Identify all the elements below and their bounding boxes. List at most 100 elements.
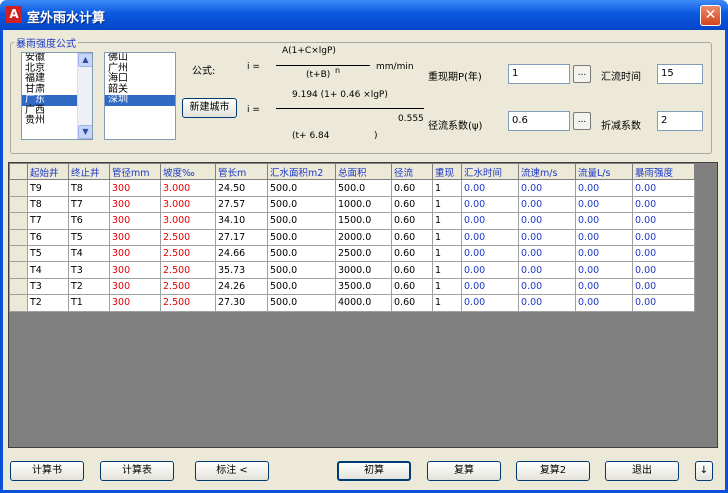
new-city-button[interactable]: 新建城市 — [182, 98, 237, 118]
table-cell[interactable]: 0.00 — [461, 195, 519, 214]
table-cell[interactable]: 0.00 — [518, 244, 576, 263]
table-cell[interactable]: 0.00 — [632, 228, 695, 246]
table-cell[interactable]: 300 — [109, 179, 161, 197]
data-table[interactable]: 起始井 终止井 管径mm 坡度‰ 管长m 汇水面积m2 总面积 径流 重现 汇水时间 流速m/s 流量… — [9, 163, 695, 312]
table-cell[interactable]: 24.66 — [215, 244, 268, 263]
table-cell[interactable]: 24.50 — [215, 179, 268, 197]
table-cell[interactable]: 1 — [432, 261, 462, 279]
table-cell[interactable]: 0.00 — [575, 277, 633, 296]
row-header[interactable] — [9, 261, 28, 279]
column-header[interactable]: 起始井 — [27, 163, 69, 181]
table-cell[interactable]: 2.500 — [160, 294, 216, 312]
table-cell[interactable]: 1 — [432, 195, 462, 214]
table-cell[interactable]: 4000.0 — [335, 294, 392, 312]
table-cell[interactable]: 0.00 — [632, 261, 695, 279]
table-cell[interactable]: T4 — [27, 261, 69, 279]
table-cell[interactable]: 1000.0 — [335, 195, 392, 214]
title-bar[interactable]: A 室外雨水计算 ✕ — [0, 0, 728, 30]
initial-calc-button[interactable]: 初算 — [337, 461, 411, 481]
exit-button[interactable]: 退出 — [605, 461, 679, 481]
table-cell[interactable]: 3.000 — [160, 179, 216, 197]
table-cell[interactable]: 0.00 — [518, 179, 576, 197]
table-cell[interactable]: 500.0 — [335, 179, 392, 197]
province-scrollbar[interactable]: ▲ ▼ — [77, 53, 92, 139]
table-row[interactable]: T8 T7 300 3.000 27.57 500.0 1000.0 0.60 1 0.00 0.0… — [9, 195, 695, 214]
return-period-browse-button[interactable]: ... — [573, 65, 591, 83]
recalc2-button[interactable]: 复算2 — [516, 461, 590, 481]
table-cell[interactable]: 300 — [109, 195, 161, 214]
table-cell[interactable]: T1 — [68, 294, 110, 312]
table-cell[interactable]: 0.00 — [632, 244, 695, 263]
table-cell[interactable]: 3000.0 — [335, 261, 392, 279]
table-cell[interactable]: 300 — [109, 244, 161, 263]
table-cell[interactable]: 0.00 — [632, 195, 695, 214]
runoff-coef-field[interactable]: 0.6 — [508, 111, 570, 131]
table-cell[interactable]: T5 — [68, 228, 110, 246]
table-cell[interactable]: 0.00 — [575, 261, 633, 279]
table-cell[interactable]: 24.26 — [215, 277, 268, 296]
table-cell[interactable]: 34.10 — [215, 212, 268, 230]
table-cell[interactable]: 0.00 — [518, 277, 576, 296]
table-cell[interactable]: 35.73 — [215, 261, 268, 279]
table-cell[interactable]: 0.00 — [461, 244, 519, 263]
table-cell[interactable]: 500.0 — [267, 212, 336, 230]
scroll-up-icon[interactable]: ▲ — [78, 53, 92, 67]
table-cell[interactable]: 1500.0 — [335, 212, 392, 230]
table-row[interactable]: T4 T3 300 2.500 35.73 500.0 3000.0 0.60 1 0.00 0.0… — [9, 261, 695, 279]
table-cell[interactable]: 1 — [432, 277, 462, 296]
table-cell[interactable]: T6 — [68, 212, 110, 230]
table-cell[interactable]: 0.60 — [391, 294, 433, 312]
table-cell[interactable]: 0.00 — [518, 294, 576, 312]
table-cell[interactable]: 27.30 — [215, 294, 268, 312]
city-list[interactable]: 佛山 广州 海口 韶关 深圳 — [104, 52, 176, 140]
recalc-button[interactable]: 复算 — [427, 461, 501, 481]
city-list-item[interactable]: 海口 — [105, 74, 175, 85]
table-cell[interactable]: T7 — [27, 212, 69, 230]
table-row[interactable]: T3 T2 300 2.500 24.26 500.0 3500.0 0.60 1 0.00 0.0… — [9, 277, 695, 296]
table-cell[interactable]: 500.0 — [267, 261, 336, 279]
table-cell[interactable]: 0.60 — [391, 277, 433, 296]
table-row[interactable]: T6 T5 300 2.500 27.17 500.0 2000.0 0.60 1 0.00 0.0… — [9, 228, 695, 246]
table-cell[interactable]: T2 — [68, 277, 110, 296]
row-header[interactable] — [9, 228, 28, 246]
column-header[interactable]: 管长m — [215, 163, 268, 181]
table-cell[interactable]: 1 — [432, 228, 462, 246]
table-cell[interactable]: 2.500 — [160, 228, 216, 246]
table-cell[interactable]: 3.000 — [160, 195, 216, 214]
table-cell[interactable]: 0.00 — [461, 212, 519, 230]
return-period-field[interactable]: 1 — [508, 64, 570, 84]
column-header[interactable]: 汇水面积m2 — [267, 163, 336, 181]
close-button[interactable]: ✕ — [700, 5, 721, 26]
row-header[interactable] — [9, 294, 28, 312]
column-header[interactable]: 汇水时间 — [461, 163, 519, 181]
table-cell[interactable]: T3 — [68, 261, 110, 279]
table-cell[interactable]: 0.00 — [632, 277, 695, 296]
column-header[interactable]: 暴雨强度 — [632, 163, 695, 181]
table-cell[interactable]: 0.00 — [518, 228, 576, 246]
reduction-coef-field[interactable]: 2 — [657, 111, 703, 131]
table-cell[interactable]: 0.00 — [518, 195, 576, 214]
column-header[interactable]: 流速m/s — [518, 163, 576, 181]
table-cell[interactable]: 300 — [109, 228, 161, 246]
table-cell[interactable]: 2.500 — [160, 244, 216, 263]
column-header[interactable]: 管径mm — [109, 163, 161, 181]
table-cell[interactable]: 0.00 — [632, 212, 695, 230]
table-cell[interactable]: 0.00 — [461, 228, 519, 246]
table-cell[interactable]: 0.00 — [518, 261, 576, 279]
table-cell[interactable]: 500.0 — [267, 244, 336, 263]
column-header[interactable]: 径流 — [391, 163, 433, 181]
table-cell[interactable]: 0.00 — [461, 294, 519, 312]
expand-button[interactable]: ↓ — [695, 461, 713, 481]
scroll-down-icon[interactable]: ▼ — [78, 125, 92, 139]
table-cell[interactable]: 27.17 — [215, 228, 268, 246]
table-cell[interactable]: 0.00 — [461, 277, 519, 296]
table-cell[interactable]: 2000.0 — [335, 228, 392, 246]
city-list-item[interactable]: 深圳 — [105, 95, 175, 106]
annotate-button[interactable]: 标注 < — [195, 461, 269, 481]
table-cell[interactable]: 300 — [109, 261, 161, 279]
table-cell[interactable]: 300 — [109, 294, 161, 312]
table-cell[interactable]: 0.00 — [575, 294, 633, 312]
table-cell[interactable]: 0.00 — [461, 261, 519, 279]
table-cell[interactable]: 0.00 — [632, 179, 695, 197]
table-cell[interactable]: 2.500 — [160, 277, 216, 296]
